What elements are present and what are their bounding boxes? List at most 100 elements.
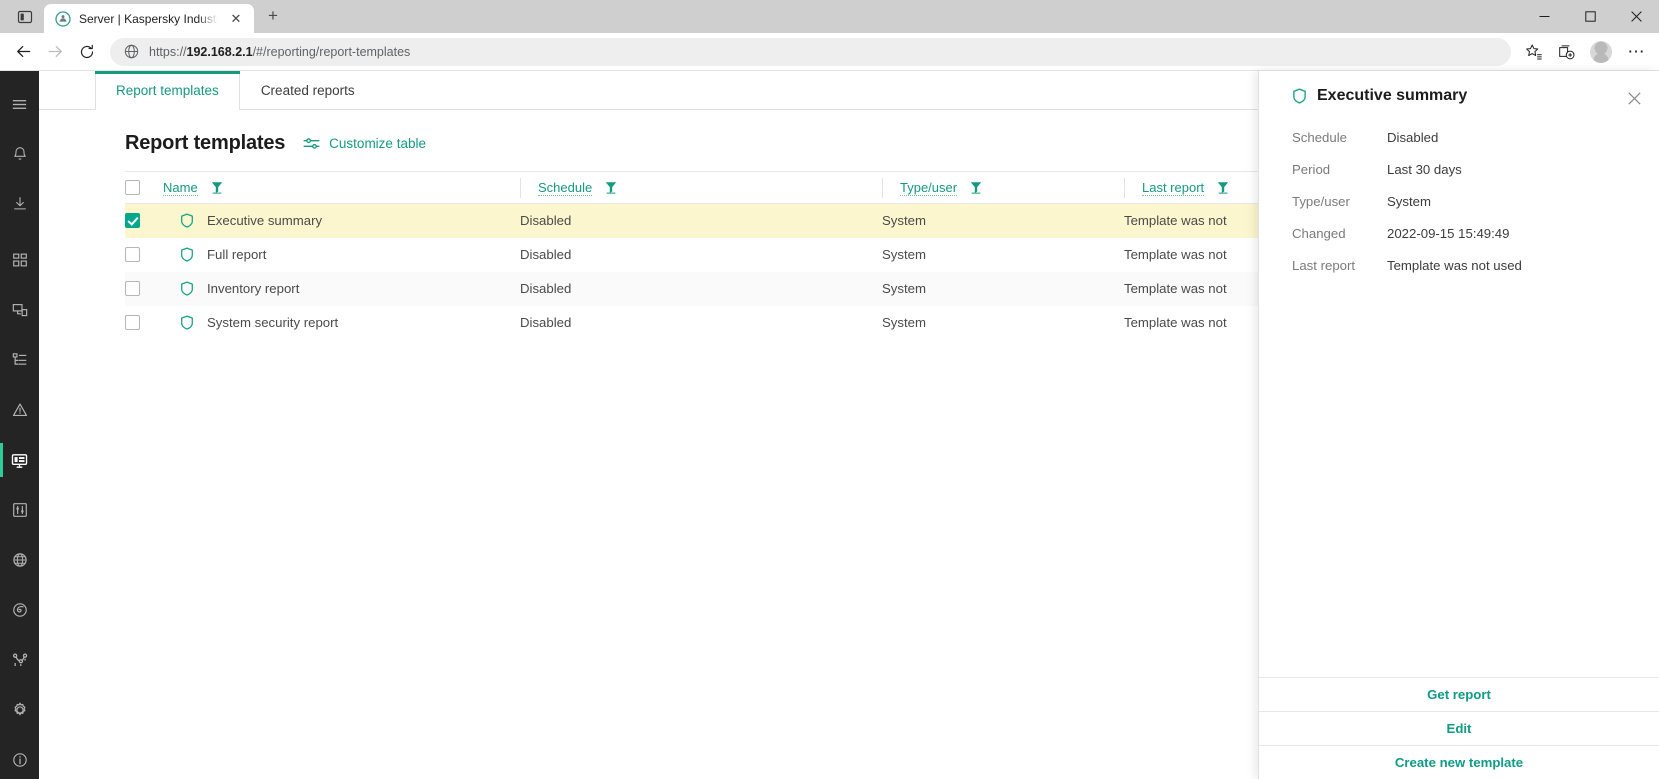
forward-arrow-icon: [40, 37, 70, 67]
shield-icon: [180, 213, 194, 228]
shield-icon: [180, 315, 194, 330]
shield-icon: [180, 281, 194, 296]
detail-row-schedule: Schedule Disabled: [1292, 129, 1639, 146]
row-name: Executive summary: [207, 213, 322, 228]
panel-actions: Get report Edit Create new template: [1259, 677, 1659, 779]
panel-details: Schedule Disabled Period Last 30 days Ty…: [1259, 109, 1659, 677]
app-sidebar: [0, 71, 39, 779]
panel-header: Executive summary: [1259, 71, 1659, 109]
detail-label: Type/user: [1292, 193, 1387, 210]
detail-value: Last 30 days: [1387, 161, 1462, 178]
sidebar-item-about[interactable]: [0, 743, 39, 777]
collections-icon[interactable]: [1551, 37, 1581, 67]
detail-row-period: Period Last 30 days: [1292, 161, 1639, 178]
browser-navbar: https://192.168.2.1/#/reporting/report-t…: [0, 33, 1659, 71]
sidebar-item-downloads[interactable]: [0, 187, 39, 221]
filter-icon-type-user[interactable]: [970, 181, 982, 194]
report-templates-table: Name Schedule: [125, 171, 1305, 340]
sidebar-item-assets[interactable]: [0, 293, 39, 327]
sidebar-item-dashboard[interactable]: [0, 243, 39, 277]
row-name: System security report: [207, 315, 338, 330]
table-header-row: Name Schedule: [125, 172, 1305, 204]
browser-window: Server | Kaspersky Industrial Cyb ✕ + ht…: [0, 0, 1659, 779]
row-type-user: System: [882, 204, 1124, 238]
sidebar-item-audit[interactable]: [0, 493, 39, 527]
customize-table-button[interactable]: Customize table: [303, 136, 426, 151]
kaspersky-favicon: [55, 11, 71, 27]
browser-tabstrip: Server | Kaspersky Industrial Cyb ✕ +: [0, 0, 1659, 33]
reload-icon[interactable]: [72, 37, 102, 67]
row-name: Full report: [207, 247, 266, 262]
back-arrow-icon[interactable]: [8, 37, 38, 67]
table-row[interactable]: Inventory report Disabled System Templat…: [125, 272, 1305, 306]
close-icon[interactable]: ✕: [226, 9, 246, 29]
tab-report-templates[interactable]: Report templates: [95, 71, 240, 110]
tab-actions-icon[interactable]: [6, 0, 44, 33]
panel-title-text: Executive summary: [1317, 87, 1467, 105]
tab-created-reports[interactable]: Created reports: [240, 71, 376, 109]
sidebar-item-policies[interactable]: [0, 593, 39, 627]
more-options-icon[interactable]: ⋯: [1621, 37, 1651, 67]
detail-label: Period: [1292, 161, 1387, 178]
row-checkbox[interactable]: [125, 213, 140, 228]
shield-icon: [180, 247, 194, 262]
get-report-button[interactable]: Get report: [1259, 677, 1659, 711]
detail-label: Changed: [1292, 225, 1387, 242]
detail-row-type-user: Type/user System: [1292, 193, 1639, 210]
row-name: Inventory report: [207, 281, 299, 296]
detail-value: 2022-09-15 15:49:49: [1387, 225, 1509, 242]
shield-icon: [1292, 88, 1307, 104]
sidebar-item-connections[interactable]: [0, 643, 39, 677]
filter-icon-last-report[interactable]: [1217, 181, 1229, 194]
row-checkbox[interactable]: [125, 247, 140, 262]
sidebar-item-notifications[interactable]: [0, 137, 39, 171]
row-schedule: Disabled: [520, 272, 882, 306]
detail-label: Last report: [1292, 257, 1387, 274]
row-schedule: Disabled: [520, 306, 882, 340]
address-bar[interactable]: https://192.168.2.1/#/reporting/report-t…: [110, 38, 1511, 66]
navbar-actions: ⋯: [1519, 37, 1651, 67]
sidebar-item-topology[interactable]: [0, 343, 39, 377]
row-type-user: System: [882, 272, 1124, 306]
create-new-template-button[interactable]: Create new template: [1259, 745, 1659, 779]
select-all-checkbox[interactable]: [125, 180, 140, 195]
page-title: Report templates: [125, 132, 285, 155]
panel-close-icon[interactable]: [1623, 87, 1645, 109]
row-type-user: System: [882, 238, 1124, 272]
address-bar-host: 192.168.2.1: [187, 45, 253, 59]
row-schedule: Disabled: [520, 238, 882, 272]
detail-row-last-report: Last report Template was not used: [1292, 257, 1639, 274]
address-bar-path: /#/reporting/report-templates: [253, 45, 411, 59]
detail-value: Template was not used: [1387, 257, 1522, 274]
window-close-icon[interactable]: [1613, 0, 1659, 33]
column-header-last-report[interactable]: Last report: [1142, 180, 1204, 196]
panel-title: Executive summary: [1292, 87, 1623, 105]
row-checkbox[interactable]: [125, 281, 140, 296]
edit-button[interactable]: Edit: [1259, 711, 1659, 745]
table-row[interactable]: Executive summary Disabled System Templa…: [125, 204, 1305, 238]
table-row[interactable]: System security report Disabled System T…: [125, 306, 1305, 340]
filter-icon-schedule[interactable]: [605, 181, 617, 194]
minimize-icon[interactable]: [1521, 0, 1567, 33]
filter-icon-name[interactable]: [211, 181, 223, 194]
sliders-icon: [303, 136, 320, 151]
column-header-name[interactable]: Name: [163, 180, 198, 196]
maximize-icon[interactable]: [1567, 0, 1613, 33]
favorites-icon[interactable]: [1519, 37, 1549, 67]
sidebar-item-settings[interactable]: [0, 693, 39, 727]
table-row[interactable]: Full report Disabled System Template was…: [125, 238, 1305, 272]
sidebar-item-network[interactable]: [0, 543, 39, 577]
sidebar-item-risks[interactable]: [0, 393, 39, 427]
profile-avatar[interactable]: [1590, 41, 1612, 63]
window-controls: [1521, 0, 1659, 33]
row-schedule: Disabled: [520, 204, 882, 238]
column-header-schedule[interactable]: Schedule: [538, 180, 592, 196]
sidebar-item-reports[interactable]: [0, 443, 39, 477]
sidebar-item-menu[interactable]: [0, 87, 39, 121]
detail-label: Schedule: [1292, 129, 1387, 146]
column-header-type-user[interactable]: Type/user: [900, 180, 957, 196]
browser-tab[interactable]: Server | Kaspersky Industrial Cyb ✕: [44, 4, 254, 33]
new-tab-button[interactable]: +: [260, 3, 286, 29]
row-checkbox[interactable]: [125, 315, 140, 330]
address-bar-url: https://192.168.2.1/#/reporting/report-t…: [149, 45, 410, 59]
